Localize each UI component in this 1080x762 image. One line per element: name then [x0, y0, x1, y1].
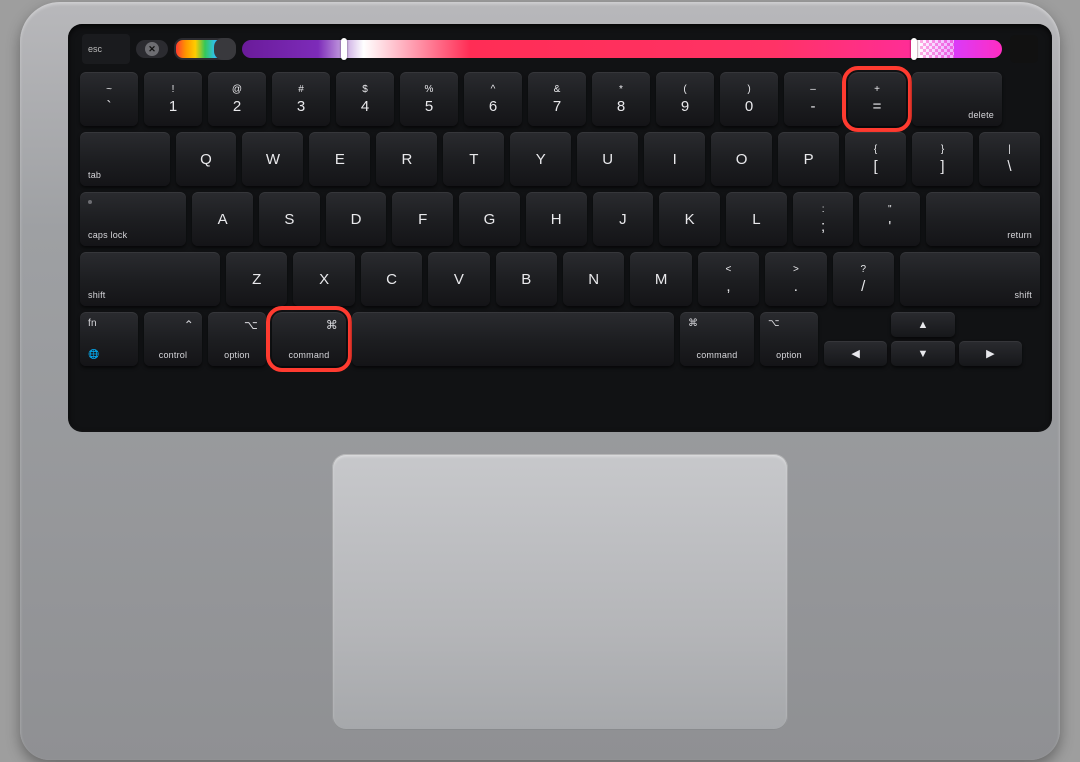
z-key[interactable]: Z [226, 252, 287, 306]
caps-lock-indicator [88, 200, 92, 204]
equals-key[interactable]: += [848, 72, 906, 126]
5-key[interactable]: %5 [400, 72, 458, 126]
m-key[interactable]: M [630, 252, 691, 306]
t-key[interactable]: T [443, 132, 504, 186]
caps-lock-key[interactable]: caps lock [80, 192, 186, 246]
command-right-key[interactable]: ⌘ command [680, 312, 754, 366]
0-key[interactable]: )0 [720, 72, 778, 126]
keyboard-well: esc ✕ ~` !1 @2 #3 $4 %5 [68, 24, 1052, 432]
2-key[interactable]: @2 [208, 72, 266, 126]
command-left-key[interactable]: ⌘ command [272, 312, 346, 366]
3-key[interactable]: #3 [272, 72, 330, 126]
touchbar-color-picker[interactable] [174, 38, 236, 60]
trackpad[interactable] [332, 454, 788, 730]
e-key[interactable]: E [309, 132, 370, 186]
spacebar-key[interactable] [352, 312, 674, 366]
slider-transparency-region [920, 40, 954, 58]
p-key[interactable]: P [778, 132, 839, 186]
j-key[interactable]: J [593, 192, 654, 246]
n-key[interactable]: N [563, 252, 624, 306]
option-left-key[interactable]: ⌥ option [208, 312, 266, 366]
slider-knob-left[interactable] [341, 38, 347, 60]
c-key[interactable]: C [361, 252, 422, 306]
semicolon-key[interactable]: :; [793, 192, 854, 246]
row-bottom-letters: shift Z X C V B N M <, >. ?/ shift [80, 252, 1040, 306]
row-home: caps lock A S D F G H J K L :; "' return [80, 192, 1040, 246]
arrow-down-key[interactable]: ▼ [891, 341, 954, 366]
left-bracket-key[interactable]: {[ [845, 132, 906, 186]
minus-key[interactable]: –- [784, 72, 842, 126]
quote-key[interactable]: "' [859, 192, 920, 246]
arrow-up-key[interactable]: ▲ [891, 312, 954, 337]
a-key[interactable]: A [192, 192, 253, 246]
touchbar-hue-slider[interactable] [242, 40, 1002, 58]
s-key[interactable]: S [259, 192, 320, 246]
control-key[interactable]: ⌃ control [144, 312, 202, 366]
delete-key[interactable]: delete [912, 72, 1002, 126]
backtick-key[interactable]: ~` [80, 72, 138, 126]
return-key[interactable]: return [926, 192, 1040, 246]
l-key[interactable]: L [726, 192, 787, 246]
f-key[interactable]: F [392, 192, 453, 246]
arrow-right-icon: ▶ [986, 347, 994, 360]
laptop-chassis: esc ✕ ~` !1 @2 #3 $4 %5 [20, 2, 1060, 760]
arrow-down-icon: ▼ [918, 348, 929, 360]
u-key[interactable]: U [577, 132, 638, 186]
arrow-key-cluster: ▲ ◀ ▼ ▶ [824, 312, 1022, 366]
shift-right-key[interactable]: shift [900, 252, 1040, 306]
option-symbol-icon: ⌥ [768, 318, 780, 329]
d-key[interactable]: D [326, 192, 387, 246]
option-symbol-icon: ⌥ [244, 318, 258, 332]
command-symbol-icon: ⌘ [688, 318, 698, 329]
q-key[interactable]: Q [176, 132, 237, 186]
period-key[interactable]: >. [765, 252, 826, 306]
w-key[interactable]: W [242, 132, 303, 186]
4-key[interactable]: $4 [336, 72, 394, 126]
arrow-left-icon: ◀ [851, 347, 859, 360]
row-qwerty: tab Q W E R T Y U I O P {[ }] |\ [80, 132, 1040, 186]
y-key[interactable]: Y [510, 132, 571, 186]
shift-left-key[interactable]: shift [80, 252, 220, 306]
h-key[interactable]: H [526, 192, 587, 246]
touchbar-esc[interactable]: esc [82, 34, 130, 64]
9-key[interactable]: (9 [656, 72, 714, 126]
r-key[interactable]: R [376, 132, 437, 186]
macbook-keyboard-image: esc ✕ ~` !1 @2 #3 $4 %5 [0, 0, 1080, 762]
arrow-up-icon: ▲ [918, 319, 929, 331]
arrow-left-key[interactable]: ◀ [824, 341, 887, 366]
key-rows: ~` !1 @2 #3 $4 %5 ^6 &7 *8 (9 )0 –- += d… [80, 72, 1040, 366]
arrow-right-key[interactable]: ▶ [959, 341, 1022, 366]
touchbar-close-button[interactable]: ✕ [136, 40, 168, 58]
6-key[interactable]: ^6 [464, 72, 522, 126]
g-key[interactable]: G [459, 192, 520, 246]
k-key[interactable]: K [659, 192, 720, 246]
command-symbol-icon: ⌘ [326, 318, 338, 332]
row-modifiers: fn 🌐 ⌃ control ⌥ option ⌘ command [80, 312, 1040, 366]
i-key[interactable]: I [644, 132, 705, 186]
v-key[interactable]: V [428, 252, 489, 306]
b-key[interactable]: B [496, 252, 557, 306]
option-right-key[interactable]: ⌥ option [760, 312, 818, 366]
1-key[interactable]: !1 [144, 72, 202, 126]
control-symbol-icon: ⌃ [184, 318, 194, 332]
8-key[interactable]: *8 [592, 72, 650, 126]
touchbar-esc-label: esc [88, 44, 102, 54]
globe-icon: 🌐 [88, 349, 99, 360]
slider-knob-right[interactable] [911, 38, 917, 60]
right-bracket-key[interactable]: }] [912, 132, 973, 186]
fn-key[interactable]: fn 🌐 [80, 312, 138, 366]
o-key[interactable]: O [711, 132, 772, 186]
close-x-icon: ✕ [145, 42, 159, 56]
7-key[interactable]: &7 [528, 72, 586, 126]
tab-key[interactable]: tab [80, 132, 170, 186]
touch-bar: esc ✕ [82, 34, 1038, 64]
slash-key[interactable]: ?/ [833, 252, 894, 306]
touch-id-button[interactable] [1010, 35, 1038, 63]
backslash-key[interactable]: |\ [979, 132, 1040, 186]
comma-key[interactable]: <, [698, 252, 759, 306]
row-numbers: ~` !1 @2 #3 $4 %5 ^6 &7 *8 (9 )0 –- += d… [80, 72, 1040, 126]
x-key[interactable]: X [293, 252, 354, 306]
